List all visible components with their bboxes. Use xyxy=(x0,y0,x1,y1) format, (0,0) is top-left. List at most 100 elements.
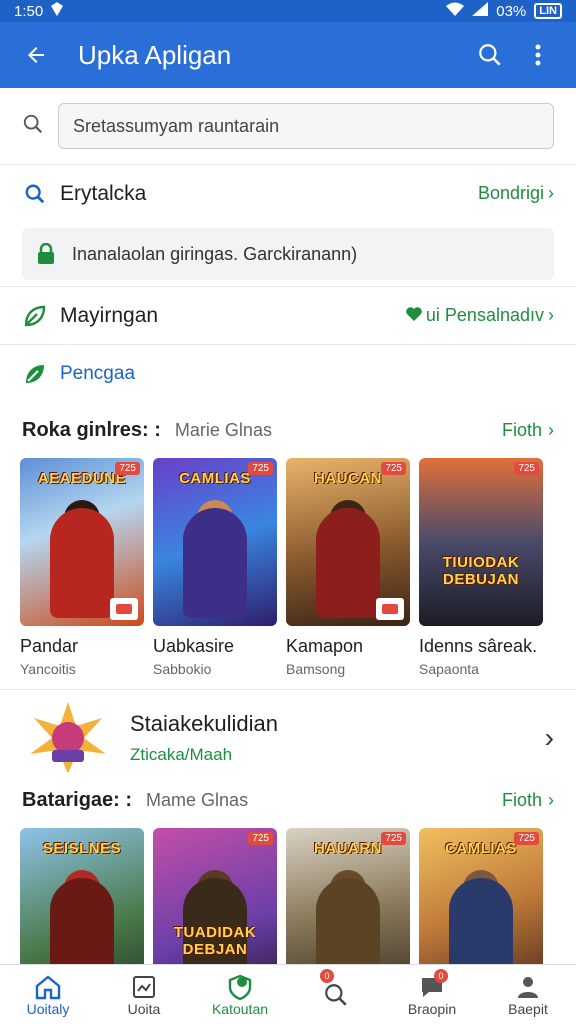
main-card: Sretassumyam rauntarain Erytalcka Bondri… xyxy=(0,88,576,785)
see-more-link[interactable]: Fioth › xyxy=(502,790,554,811)
cover-title: TUADIDAK DEBJAN xyxy=(173,924,257,958)
status-bar: 1:50 03% LIN xyxy=(0,0,576,22)
cover-title: SEISLNES xyxy=(42,840,122,857)
nav-chat[interactable]: 0 Braopin xyxy=(384,965,480,1024)
row-mayirngan[interactable]: Mayirngan ui Pensalnadıv › xyxy=(0,286,576,344)
character-body xyxy=(316,508,380,618)
heart-icon xyxy=(406,305,422,326)
chevron-right-icon: › xyxy=(548,789,554,810)
game-card[interactable]: CAMLIAS 725 Uabkasire Sabbokio xyxy=(153,458,277,677)
bottom-navigation: Uoitaly Uoita Katoutan 0 0 Braopin Baepi… xyxy=(0,964,576,1024)
see-more-link[interactable]: Fioth › xyxy=(502,420,554,441)
chevron-right-icon: › xyxy=(548,183,554,203)
lock-icon xyxy=(36,242,58,265)
game-publisher: Sapaonta xyxy=(419,661,479,677)
game-carousel: AEAEDUNE 725 Pandar Yancoitis CAMLIAS 72… xyxy=(0,458,576,677)
chevron-right-icon: › xyxy=(544,721,554,753)
price-badge: 725 xyxy=(381,832,406,845)
game-cover: CAMLIAS 725 xyxy=(153,458,277,626)
nav-photos[interactable]: Uoita xyxy=(96,965,192,1024)
character-body xyxy=(183,508,247,618)
price-badge: 725 xyxy=(248,462,273,475)
game-card[interactable]: HAUARN 725 xyxy=(286,828,410,964)
game-card[interactable]: AEAEDUNE 725 Pandar Yancoitis xyxy=(20,458,144,677)
search-icon xyxy=(321,981,351,1009)
row-label: Erytalcka xyxy=(60,181,147,205)
game-cover: HAUCAN 725 xyxy=(286,458,410,626)
chevron-right-icon: › xyxy=(548,419,554,440)
game-card[interactable]: TIUIODAK DEBUJAN 725 Idenns sâreak. Sapa… xyxy=(419,458,543,677)
more-vert-icon[interactable] xyxy=(514,31,562,79)
promo-row[interactable]: Staiakekulidian Zticaka/Maah › xyxy=(0,689,576,785)
game-carousel: SEISLNES TUADIDAK DEBJAN 725 HAUARN 725 xyxy=(0,828,576,964)
game-cover: TIUIODAK DEBUJAN 725 xyxy=(419,458,543,626)
character-body xyxy=(449,878,513,964)
game-cover: AEAEDUNE 725 xyxy=(20,458,144,626)
price-badge: 725 xyxy=(381,462,406,475)
game-name: Kamapon xyxy=(286,636,364,656)
search-bar: Sretassumyam rauntarain xyxy=(0,88,576,164)
row-erytalcka[interactable]: Erytalcka Bondrigi › xyxy=(0,164,576,222)
search-input[interactable]: Sretassumyam rauntarain xyxy=(58,103,554,149)
game-cover: SEISLNES xyxy=(20,828,144,964)
price-badge: 725 xyxy=(514,832,539,845)
notification-badge: 0 xyxy=(434,969,448,983)
character-body xyxy=(50,878,114,964)
row-label: Pencgaa xyxy=(60,362,136,384)
main-content: Sretassumyam rauntarain Erytalcka Bondri… xyxy=(0,88,576,964)
game-card[interactable]: TUADIDAK DEBJAN 725 xyxy=(153,828,277,964)
home-icon xyxy=(33,973,63,1001)
page-title: Upka Apligan xyxy=(78,39,232,70)
download-icon xyxy=(110,598,138,620)
section-title: Roka ginlres: : xyxy=(22,418,161,441)
wifi-icon xyxy=(446,2,465,20)
nav-profile[interactable]: Baepit xyxy=(480,965,576,1024)
price-badge: 725 xyxy=(514,462,539,475)
search-icon xyxy=(22,113,44,140)
game-cover: TUADIDAK DEBJAN 725 xyxy=(153,828,277,964)
nav-home[interactable]: Uoitaly xyxy=(0,965,96,1024)
notification-badge: 0 xyxy=(320,969,334,983)
download-icon xyxy=(376,598,404,620)
game-name: Uabkasire xyxy=(153,636,235,656)
row-label: Mayirngan xyxy=(60,303,159,327)
cover-title: TIUIODAK DEBUJAN xyxy=(442,554,520,588)
character-body xyxy=(50,508,114,618)
promo-logo xyxy=(22,698,114,778)
nav-search[interactable]: 0 xyxy=(288,965,384,1024)
notice-text: Inanalaolan giringas. Garckiranann) xyxy=(72,243,358,264)
price-badge: 725 xyxy=(248,832,273,845)
game-cover: CAMLIAS 725 xyxy=(419,828,543,964)
chevron-right-icon: › xyxy=(548,305,554,325)
game-publisher: Bamsong xyxy=(286,661,346,677)
promo-subtitle: Zticaka/Maah xyxy=(130,744,233,764)
section-header: Batarigae: : Mame Glnas Fioth › xyxy=(0,772,576,828)
clock: 1:50 xyxy=(14,2,44,20)
signal-icon xyxy=(472,2,489,20)
section-subtitle: Marie Glnas xyxy=(174,419,272,440)
shield-icon xyxy=(225,973,255,1001)
character-body xyxy=(316,878,380,964)
notice-banner: Inanalaolan giringas. Garckiranann) xyxy=(22,228,554,280)
game-name: Idenns sâreak. xyxy=(419,636,538,656)
price-badge: 725 xyxy=(115,462,140,475)
app-bar: Upka Apligan xyxy=(0,22,576,88)
row-action-link[interactable]: Bondrigi › xyxy=(478,183,554,204)
photo-icon xyxy=(129,973,159,1001)
nav-shield[interactable]: Katoutan xyxy=(192,965,288,1024)
row-pencgaa[interactable]: Pencgaa xyxy=(0,344,576,402)
leaf-icon xyxy=(22,361,48,387)
game-card[interactable]: CAMLIAS 725 xyxy=(419,828,543,964)
arrow-left-icon[interactable] xyxy=(14,33,58,77)
game-card[interactable]: SEISLNES xyxy=(20,828,144,964)
search-icon xyxy=(22,181,48,207)
game-card[interactable]: HAUCAN 725 Kamapon Bamsong xyxy=(286,458,410,677)
location-icon xyxy=(51,2,64,20)
battery-icon: LIN xyxy=(534,3,562,19)
game-cover: HAUARN 725 xyxy=(286,828,410,964)
row-action-link[interactable]: ui Pensalnadıv › xyxy=(406,305,554,326)
section-title: Batarigae: : xyxy=(22,788,133,811)
search-icon[interactable] xyxy=(466,31,514,79)
section-card-2: Batarigae: : Mame Glnas Fioth › SEISLNES… xyxy=(0,772,576,964)
section-header: Roka ginlres: : Marie Glnas Fioth › xyxy=(0,402,576,458)
